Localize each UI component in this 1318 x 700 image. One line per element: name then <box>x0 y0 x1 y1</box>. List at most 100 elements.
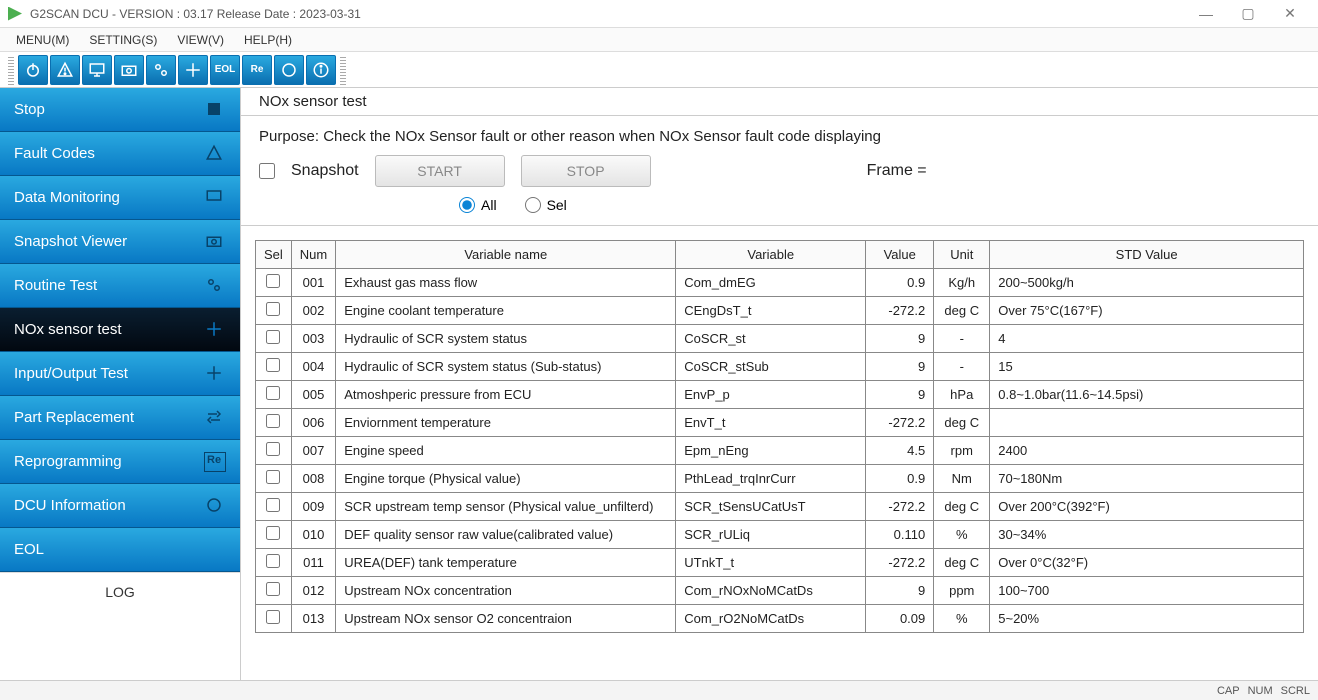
th-std[interactable]: STD Value <box>990 241 1304 269</box>
re-icon[interactable]: Re <box>242 55 272 85</box>
cell-unit: rpm <box>934 437 990 465</box>
sidebar-item-routine-test[interactable]: Routine Test <box>0 264 240 308</box>
th-unit[interactable]: Unit <box>934 241 990 269</box>
sidebar-item-part-replacement[interactable]: Part Replacement <box>0 396 240 440</box>
row-checkbox[interactable] <box>266 610 280 624</box>
sidebar-item-stop[interactable]: Stop <box>0 88 240 132</box>
table-row[interactable]: 002 Engine coolant temperature CEngDsT_t… <box>256 297 1304 325</box>
cell-val: 0.9 <box>866 269 934 297</box>
row-checkbox[interactable] <box>266 302 280 316</box>
warning-icon[interactable] <box>50 55 80 85</box>
table-row[interactable]: 011 UREA(DEF) tank temperature UTnkT_t -… <box>256 549 1304 577</box>
row-checkbox[interactable] <box>266 526 280 540</box>
cell-vname: SCR upstream temp sensor (Physical value… <box>336 493 676 521</box>
radio-sel[interactable] <box>525 197 541 213</box>
row-checkbox[interactable] <box>266 274 280 288</box>
cell-unit: deg C <box>934 409 990 437</box>
monitor-icon[interactable] <box>82 55 112 85</box>
sidebar-item-snapshot-viewer[interactable]: Snapshot Viewer <box>0 220 240 264</box>
cell-std <box>990 409 1304 437</box>
info-icon[interactable] <box>306 55 336 85</box>
radio-sel-label[interactable]: Sel <box>525 197 567 213</box>
table-row[interactable]: 009 SCR upstream temp sensor (Physical v… <box>256 493 1304 521</box>
table-row[interactable]: 007 Engine speed Epm_nEng 4.5 rpm 2400 <box>256 437 1304 465</box>
radio-all[interactable] <box>459 197 475 213</box>
cell-vname: Atmoshperic pressure from ECU <box>336 381 676 409</box>
warning-icon <box>204 144 226 164</box>
menu-item-help[interactable]: HELP(H) <box>236 31 300 49</box>
ecu-icon[interactable] <box>274 55 304 85</box>
table-row[interactable]: 012 Upstream NOx concentration Com_rNOxN… <box>256 577 1304 605</box>
main-panel: NOx sensor test Purpose: Check the NOx S… <box>240 88 1318 680</box>
table-row[interactable]: 010 DEF quality sensor raw value(calibra… <box>256 521 1304 549</box>
row-checkbox[interactable] <box>266 442 280 456</box>
toolbar-separator <box>340 55 346 85</box>
cell-val: 0.09 <box>866 605 934 633</box>
gears-icon[interactable] <box>146 55 176 85</box>
cell-unit: % <box>934 605 990 633</box>
menu-item-menu[interactable]: MENU(M) <box>8 31 77 49</box>
sidebar-item-fault-codes[interactable]: Fault Codes <box>0 132 240 176</box>
cell-val: -272.2 <box>866 409 934 437</box>
sidebar-item-reprogramming[interactable]: ReprogrammingRe <box>0 440 240 484</box>
table-row[interactable]: 013 Upstream NOx sensor O2 concentraion … <box>256 605 1304 633</box>
cell-unit: - <box>934 353 990 381</box>
re-icon: Re <box>204 452 226 472</box>
cell-var: SCR_rULiq <box>676 521 866 549</box>
table-wrap[interactable]: Sel Num Variable name Variable Value Uni… <box>241 226 1318 680</box>
th-sel[interactable]: Sel <box>256 241 292 269</box>
th-vname[interactable]: Variable name <box>336 241 676 269</box>
cell-vname: DEF quality sensor raw value(calibrated … <box>336 521 676 549</box>
row-checkbox[interactable] <box>266 554 280 568</box>
page-title: NOx sensor test <box>241 88 1318 116</box>
sidebar-item-label: Stop <box>14 101 45 118</box>
table-row[interactable]: 004 Hydraulic of SCR system status (Sub-… <box>256 353 1304 381</box>
table-row[interactable]: 008 Engine torque (Physical value) PthLe… <box>256 465 1304 493</box>
table-row[interactable]: 003 Hydraulic of SCR system status CoSCR… <box>256 325 1304 353</box>
eol-icon[interactable]: EOL <box>210 55 240 85</box>
arrows-icon[interactable] <box>178 55 208 85</box>
status-cap: CAP <box>1217 685 1240 697</box>
maximize-button[interactable]: ▢ <box>1228 2 1268 26</box>
row-checkbox[interactable] <box>266 386 280 400</box>
menu-item-setting[interactable]: SETTING(S) <box>81 31 165 49</box>
sidebar-item-label: Part Replacement <box>14 409 134 426</box>
row-checkbox[interactable] <box>266 470 280 484</box>
radio-all-label[interactable]: All <box>459 197 497 213</box>
table-row[interactable]: 006 Enviornment temperature EnvT_t -272.… <box>256 409 1304 437</box>
row-checkbox[interactable] <box>266 330 280 344</box>
row-checkbox[interactable] <box>266 582 280 596</box>
cell-num: 010 <box>291 521 335 549</box>
power-icon[interactable] <box>18 55 48 85</box>
row-checkbox[interactable] <box>266 358 280 372</box>
cell-unit: deg C <box>934 297 990 325</box>
sidebar-item-data-monitoring[interactable]: Data Monitoring <box>0 176 240 220</box>
cell-var: EnvT_t <box>676 409 866 437</box>
sidebar-item-input-output-test[interactable]: Input/Output Test <box>0 352 240 396</box>
cell-var: Com_dmEG <box>676 269 866 297</box>
cell-val: -272.2 <box>866 493 934 521</box>
menu-item-view[interactable]: VIEW(V) <box>169 31 232 49</box>
sidebar-item-log[interactable]: LOG <box>0 572 240 610</box>
row-checkbox[interactable] <box>266 498 280 512</box>
sidebar-item-eol[interactable]: EOL <box>0 528 240 572</box>
sidebar-item-dcu-information[interactable]: DCU Information <box>0 484 240 528</box>
th-num[interactable]: Num <box>291 241 335 269</box>
status-scrl: SCRL <box>1281 685 1310 697</box>
th-val[interactable]: Value <box>866 241 934 269</box>
camera-icon[interactable] <box>114 55 144 85</box>
th-var[interactable]: Variable <box>676 241 866 269</box>
close-button[interactable]: ✕ <box>1270 2 1310 26</box>
row-checkbox[interactable] <box>266 414 280 428</box>
table-row[interactable]: 001 Exhaust gas mass flow Com_dmEG 0.9 K… <box>256 269 1304 297</box>
cell-unit: - <box>934 325 990 353</box>
snapshot-checkbox[interactable] <box>259 163 275 179</box>
table-row[interactable]: 005 Atmoshperic pressure from ECU EnvP_p… <box>256 381 1304 409</box>
sidebar-item-nox-sensor-test[interactable]: NOx sensor test <box>0 308 240 352</box>
minimize-button[interactable]: — <box>1186 2 1226 26</box>
cell-num: 003 <box>291 325 335 353</box>
app-icon <box>8 7 22 21</box>
cell-var: UTnkT_t <box>676 549 866 577</box>
stop-button[interactable]: STOP <box>521 155 651 187</box>
start-button[interactable]: START <box>375 155 505 187</box>
